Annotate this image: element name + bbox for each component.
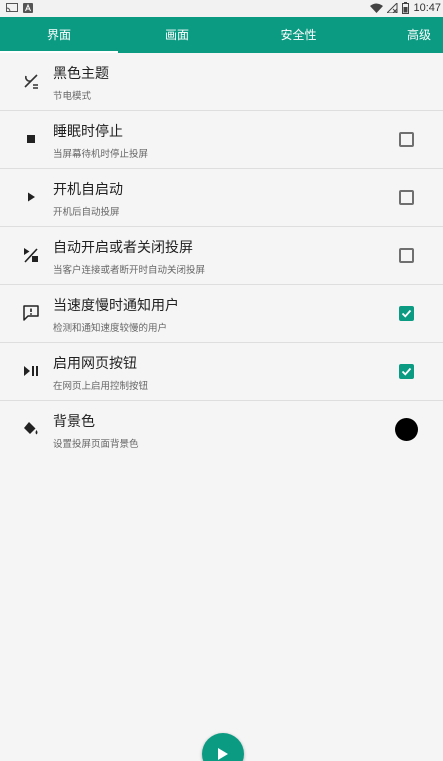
- setting-subtitle: 当屏幕待机时停止投屏: [53, 149, 149, 160]
- notify-message-icon: [23, 305, 39, 321]
- setting-web-buttons[interactable]: 启用网页按钮 在网页上启用控制按钮: [0, 343, 443, 401]
- settings-list: 黑色主题 节电模式 睡眠时停止 当屏幕待机时停止投屏 开机自启动 开机后自动投屏…: [0, 53, 443, 459]
- setting-subtitle: 节电模式: [53, 91, 92, 102]
- tab-security[interactable]: 安全性: [236, 17, 361, 53]
- setting-background-color[interactable]: 背景色 设置投屏页面背景色: [0, 401, 443, 459]
- stop-icon: [27, 135, 35, 143]
- status-right-icons: 10:47: [370, 2, 441, 14]
- play-pause-icon: [24, 366, 38, 376]
- setting-subtitle: 当客户连接或者断开时自动关闭投屏: [53, 265, 206, 276]
- setting-subtitle: 检测和通知速度较慢的用户: [53, 323, 168, 334]
- notification-a-icon: [23, 3, 33, 13]
- setting-title: 自动开启或者关闭投屏: [53, 240, 193, 256]
- paint-bucket-icon: [24, 422, 38, 435]
- setting-title: 睡眠时停止: [53, 124, 123, 140]
- setting-dark-theme[interactable]: 黑色主题 节电模式: [0, 53, 443, 111]
- sleep-stop-checkbox[interactable]: [399, 132, 414, 147]
- setting-title: 当速度慢时通知用户: [53, 298, 179, 314]
- battery-icon: [402, 2, 410, 14]
- status-time: 10:47: [413, 2, 441, 14]
- start-cast-button[interactable]: [202, 733, 244, 761]
- dark-theme-icon: [24, 74, 38, 89]
- setting-title: 开机自启动: [53, 182, 123, 198]
- tab-picture[interactable]: 画面: [118, 17, 236, 53]
- play-icon: [28, 192, 35, 202]
- web-buttons-checkbox[interactable]: [399, 364, 414, 379]
- tab-bar: 界面 画面 安全性 高级: [0, 17, 443, 53]
- autostart-checkbox[interactable]: [399, 190, 414, 205]
- status-left-icons: [6, 3, 33, 13]
- setting-subtitle: 在网页上启用控制按钮: [53, 381, 149, 392]
- setting-subtitle: 设置投屏页面背景色: [53, 439, 139, 450]
- setting-sleep-stop[interactable]: 睡眠时停止 当屏幕待机时停止投屏: [0, 111, 443, 169]
- check-icon: [401, 309, 412, 318]
- setting-autostart[interactable]: 开机自启动 开机后自动投屏: [0, 169, 443, 227]
- setting-auto-toggle[interactable]: 自动开启或者关闭投屏 当客户连接或者断开时自动关闭投屏: [0, 227, 443, 285]
- setting-slow-notify[interactable]: 当速度慢时通知用户 检测和通知速度较慢的用户: [0, 285, 443, 343]
- check-icon: [401, 367, 412, 376]
- wifi-icon: [370, 3, 384, 13]
- status-bar: 10:47: [0, 0, 443, 17]
- setting-subtitle: 开机后自动投屏: [53, 207, 120, 218]
- background-color-swatch[interactable]: [395, 418, 418, 441]
- tab-interface[interactable]: 界面: [0, 17, 118, 53]
- play-icon: [218, 748, 228, 760]
- setting-title: 背景色: [53, 414, 95, 430]
- slow-notify-checkbox[interactable]: [399, 306, 414, 321]
- signal-off-icon: [387, 3, 398, 13]
- setting-title: 启用网页按钮: [53, 356, 137, 372]
- setting-title: 黑色主题: [53, 66, 109, 82]
- tab-advanced[interactable]: 高级: [361, 17, 443, 53]
- auto-toggle-checkbox[interactable]: [399, 248, 414, 263]
- auto-toggle-icon: [24, 248, 38, 263]
- cast-icon: [6, 3, 18, 13]
